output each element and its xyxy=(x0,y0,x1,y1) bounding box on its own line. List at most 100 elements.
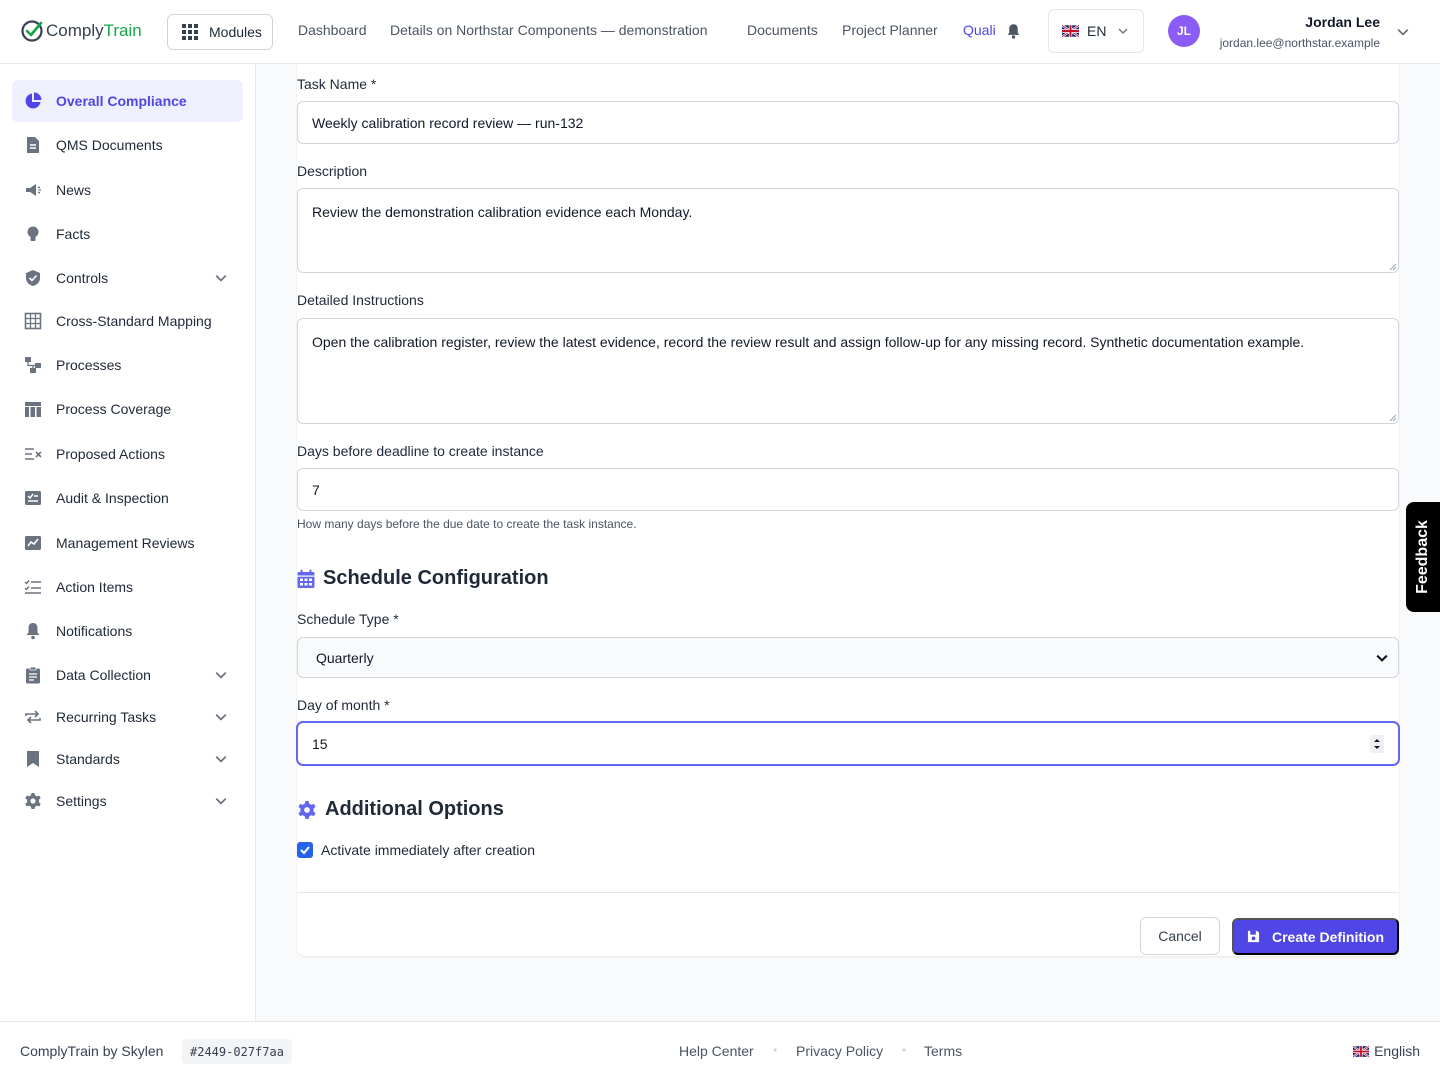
task-name-label: Task Name * xyxy=(297,76,377,92)
bookmark-icon xyxy=(27,751,39,767)
process-flow-icon xyxy=(25,357,41,373)
sidebar-item-standards[interactable]: Standards xyxy=(12,738,243,780)
repeat-icon xyxy=(25,710,41,724)
pie-chart-icon xyxy=(25,92,42,109)
nav-documents[interactable]: Documents xyxy=(747,22,818,38)
clipboard-icon xyxy=(26,666,40,684)
avatar[interactable]: JL xyxy=(1168,15,1200,47)
bell-icon xyxy=(26,623,40,640)
sidebar-item-label: Standards xyxy=(56,751,120,767)
instructions-textarea[interactable]: Open the calibration register, review th… xyxy=(297,318,1399,424)
instructions-label: Detailed Instructions xyxy=(297,292,424,308)
activate-checkbox-label[interactable]: Activate immediately after creation xyxy=(321,842,535,858)
sidebar-item-label: Proposed Actions xyxy=(56,446,165,462)
lightbulb-icon xyxy=(27,226,39,241)
sidebar-item-process-coverage[interactable]: Process Coverage xyxy=(12,388,243,430)
footer-language-selector[interactable]: English xyxy=(1353,1043,1420,1059)
sidebar-item-label: News xyxy=(56,182,92,198)
megaphone-icon xyxy=(26,184,41,196)
chevron-down-icon xyxy=(1118,28,1128,34)
number-stepper-icon[interactable] xyxy=(1370,735,1384,753)
description-textarea[interactable]: Review the demonstration calibration evi… xyxy=(297,188,1399,273)
days-before-label: Days before deadline to create instance xyxy=(297,443,544,459)
days-before-hint: How many days before the due date to cre… xyxy=(297,517,637,531)
sidebar-item-facts[interactable]: Facts xyxy=(12,213,243,255)
additional-options-title: Additional Options xyxy=(297,798,504,821)
activate-checkbox[interactable] xyxy=(297,842,313,858)
sidebar-item-controls[interactable]: Controls xyxy=(12,257,243,299)
additional-options-text: Additional Options xyxy=(325,798,504,820)
sidebar-item-management-reviews[interactable]: Management Reviews xyxy=(12,522,243,564)
nav-quali[interactable]: Quali xyxy=(963,22,996,38)
clipboard-check-icon xyxy=(25,491,41,505)
sidebar-item-label: Cross-Standard Mapping xyxy=(56,313,212,329)
top-bar: Comply Train Modules Dashboard Details on… xyxy=(0,0,1440,64)
app-logo[interactable]: Comply Train xyxy=(20,16,142,46)
language-code: EN xyxy=(1087,23,1107,39)
feedback-label: Feedback xyxy=(1414,520,1431,594)
feedback-tab[interactable]: Feedback xyxy=(1406,502,1440,612)
sidebar-item-data-collection[interactable]: Data Collection xyxy=(12,654,243,696)
task-name-input[interactable]: Weekly calibration record review — run-1… xyxy=(297,101,1399,144)
day-of-month-input[interactable]: 15 xyxy=(297,722,1399,765)
nav-project-planner[interactable]: Project Planner xyxy=(842,22,938,38)
sidebar-item-label: QMS Documents xyxy=(56,137,163,153)
resize-handle-icon[interactable] xyxy=(1389,263,1397,271)
sidebar-item-label: Recurring Tasks xyxy=(56,709,157,725)
footer-separator: • xyxy=(902,1043,907,1057)
sidebar-item-label: Audit & Inspection xyxy=(56,490,169,506)
nav-dashboard[interactable]: Dashboard xyxy=(298,22,367,38)
sidebar-item-news[interactable]: News xyxy=(12,169,243,211)
review-chart-icon xyxy=(25,536,41,550)
sidebar-item-label: Overall Compliance xyxy=(56,93,187,109)
modules-button[interactable]: Modules xyxy=(167,14,273,50)
sidebar-item-label: Controls xyxy=(56,270,109,286)
sidebar-item-label: Facts xyxy=(56,226,91,242)
schedule-type-label: Schedule Type * xyxy=(297,611,399,627)
sidebar-item-cross-standard-mapping[interactable]: Cross-Standard Mapping xyxy=(12,300,243,342)
table-grid-icon xyxy=(24,312,42,330)
sidebar-item-audit-inspection[interactable]: Audit & Inspection xyxy=(12,477,243,519)
footer-privacy-policy-link[interactable]: Privacy Policy xyxy=(796,1043,883,1059)
logo-text-train: Train xyxy=(103,21,142,40)
document-icon xyxy=(27,137,39,153)
sidebar-item-notifications[interactable]: Notifications xyxy=(12,610,243,652)
sidebar-item-processes[interactable]: Processes xyxy=(12,344,243,386)
description-label: Description xyxy=(297,163,368,179)
gear-icon xyxy=(298,800,316,819)
logo-check-icon xyxy=(21,20,43,42)
user-email: jordan.lee@northstar.example xyxy=(1219,36,1380,50)
footer: ComplyTrain by Skylen #2449-027f7aa Help… xyxy=(0,1021,1440,1080)
sidebar-item-label: Action Items xyxy=(56,579,134,595)
user-menu-chevron-icon[interactable] xyxy=(1397,26,1409,38)
modules-label: Modules xyxy=(209,24,262,40)
sidebar-item-label: Processes xyxy=(56,357,122,373)
footer-help-center-link[interactable]: Help Center xyxy=(679,1043,754,1059)
sidebar-item-settings[interactable]: Settings xyxy=(12,780,243,822)
sidebar-item-action-items[interactable]: Action Items xyxy=(12,566,243,608)
gear-icon xyxy=(25,793,41,809)
schedule-title-text: Schedule Configuration xyxy=(323,567,549,589)
bell-icon[interactable] xyxy=(1005,22,1022,40)
card-divider xyxy=(297,892,1399,893)
footer-terms-link[interactable]: Terms xyxy=(924,1043,962,1059)
cancel-button[interactable]: Cancel xyxy=(1140,917,1220,955)
grid-icon xyxy=(182,24,198,40)
resize-handle-icon[interactable] xyxy=(1389,414,1397,422)
days-before-input[interactable]: 7 xyxy=(297,468,1399,511)
create-definition-button[interactable]: Create Definition xyxy=(1232,918,1399,955)
sidebar-item-label: Management Reviews xyxy=(56,535,195,551)
language-selector[interactable]: EN xyxy=(1048,9,1144,53)
sidebar-item-qms-documents[interactable]: QMS Documents xyxy=(12,124,243,166)
sidebar-item-proposed-actions[interactable]: Proposed Actions xyxy=(12,433,243,475)
shield-check-icon xyxy=(26,270,40,286)
schedule-type-select[interactable]: Quarterly xyxy=(297,637,1399,678)
list-x-icon xyxy=(25,448,42,460)
nav-company-details[interactable]: Details on Northstar Components — demons… xyxy=(390,22,707,38)
calendar-icon xyxy=(297,569,315,588)
sidebar-item-overall-compliance[interactable]: Overall Compliance xyxy=(12,80,243,122)
sidebar: Overall Compliance QMS Documents News Fa… xyxy=(0,64,256,1021)
day-of-month-value: 15 xyxy=(312,735,328,752)
sidebar-item-recurring-tasks[interactable]: Recurring Tasks xyxy=(12,696,243,738)
chevron-down-icon xyxy=(215,672,227,679)
